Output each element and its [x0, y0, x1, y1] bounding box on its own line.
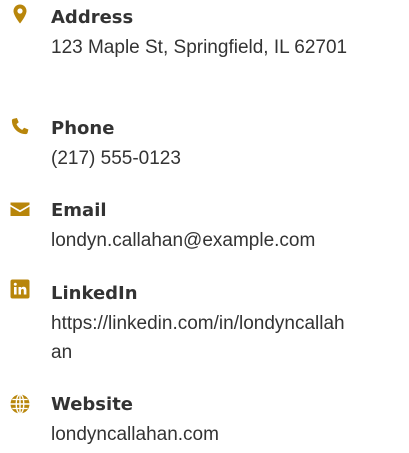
envelope-icon	[8, 197, 32, 221]
contact-value-website[interactable]: londyncallahan.com	[51, 420, 351, 449]
contact-label-phone: Phone	[51, 118, 115, 139]
phone-icon	[8, 116, 32, 140]
globe-icon	[8, 392, 32, 416]
linkedin-icon	[8, 277, 32, 301]
contact-value-email[interactable]: londyn.callahan@example.com	[51, 226, 351, 255]
contact-value-address: 123 Maple St, Springfield, IL 62701	[51, 37, 348, 58]
contact-label-website: Website	[51, 394, 134, 415]
contact-label-email: Email	[51, 200, 107, 221]
contact-info-list: Address 123 Maple St, Springfield, IL 62…	[0, 0, 409, 453]
map-marker-icon	[8, 2, 32, 26]
contact-value-phone[interactable]: (217) 555-0123	[51, 144, 351, 173]
contact-label-address: Address	[51, 7, 134, 28]
contact-label-linkedin: LinkedIn	[51, 283, 138, 304]
contact-value-linkedin[interactable]: https://linkedin.com/in/londyncallahan	[51, 309, 351, 367]
